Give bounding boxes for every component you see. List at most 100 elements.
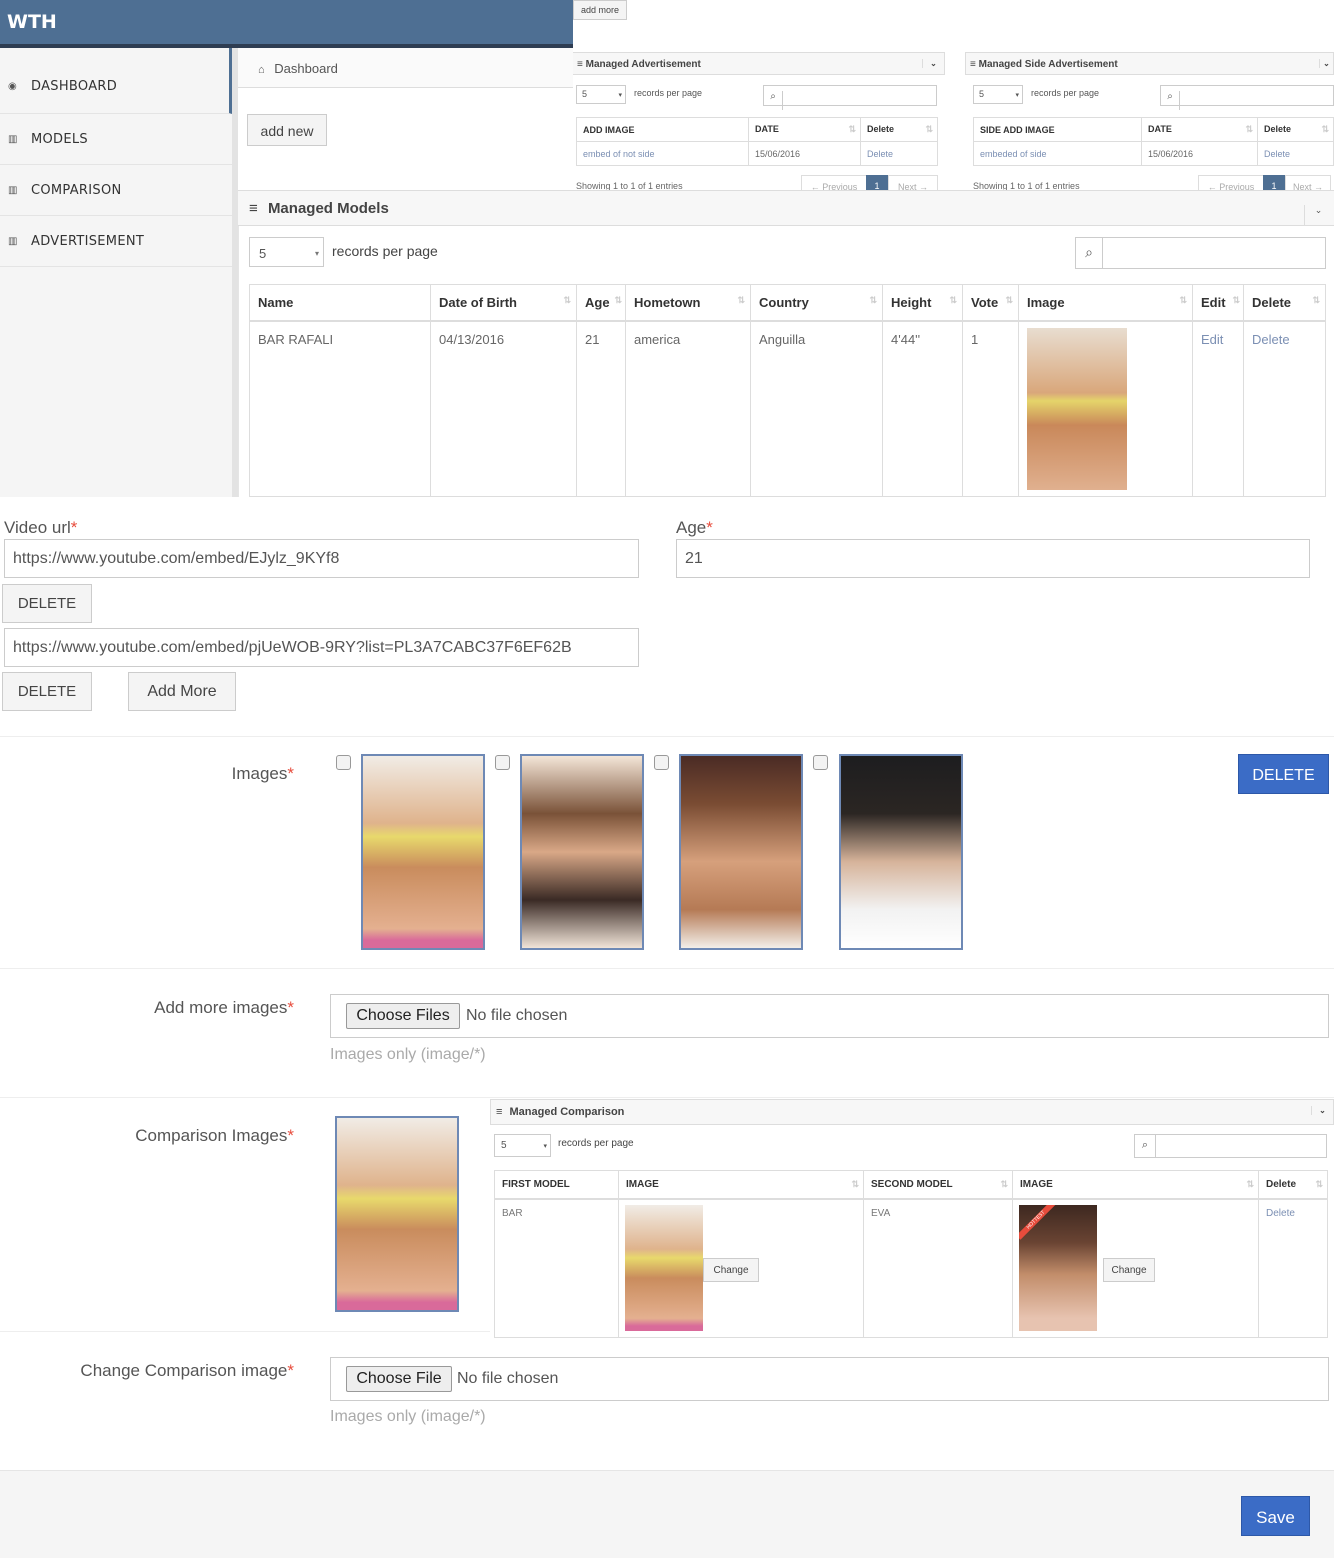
column-header[interactable]: Image ⇅ — [1018, 284, 1193, 321]
column-header[interactable]: SECOND MODEL ⇅ — [863, 1170, 1013, 1199]
models-panel-header: ≡ Managed Models — [238, 190, 1334, 226]
delete-video-1-button[interactable]: DELETE — [2, 584, 92, 623]
per-page-select[interactable]: 5 ▾ — [494, 1134, 551, 1157]
column-header[interactable]: ADD IMAGE — [576, 117, 749, 142]
delete-link[interactable]: Delete — [1244, 321, 1326, 497]
chevron-down-icon[interactable]: ⌄ — [922, 59, 944, 68]
per-page-select[interactable]: 5 ▾ — [576, 85, 626, 104]
table-row: embed of not side 15/06/2016 Delete — [576, 141, 938, 166]
comparison-table: FIRST MODEL IMAGE ⇅ SECOND MODEL ⇅ IMAGE ⇅ … — [494, 1170, 1328, 1338]
sidebar-item-advertisement[interactable]: ▥ ADVERTISEMENT — [0, 216, 232, 267]
column-header[interactable]: Height ⇅ — [882, 284, 963, 321]
images-label: Images* — [231, 764, 294, 783]
comparison-panel: ≡ Managed Comparison ⌄ 5 ▾ records per pa… — [490, 1099, 1334, 1339]
comparison-file-input[interactable]: Choose File No file chosen — [330, 1357, 1329, 1401]
sidebar-item-models[interactable]: ▥ MODELS — [0, 114, 232, 165]
panel-title: Managed Side Advertisement — [978, 59, 1118, 70]
column-header[interactable]: Hometown ⇅ — [625, 284, 751, 321]
column-header[interactable]: Vote ⇅ — [962, 284, 1019, 321]
column-header[interactable]: Delete ⇅ — [1259, 1171, 1328, 1199]
add-more-button[interactable]: add more — [573, 0, 627, 20]
image-thumbnail-2 — [520, 754, 644, 950]
image-checkbox-2[interactable] — [495, 755, 510, 770]
edit-link[interactable]: Edit — [1192, 320, 1244, 497]
sidebar-item-comparison[interactable]: ▥ COMPARISON — [0, 165, 232, 216]
save-button[interactable]: Save — [1241, 1496, 1310, 1536]
file-status: No file chosen — [466, 1007, 568, 1024]
chevron-down-icon[interactable]: ⌄ — [1319, 59, 1333, 68]
comparison-image-thumbnail — [335, 1116, 459, 1312]
first-model-photo — [625, 1204, 703, 1331]
search-box[interactable]: ⌕ — [763, 85, 937, 110]
advertisement-panel: ≡ Managed Advertisement ⌄ 5 ▾ records per… — [573, 52, 945, 208]
column-header[interactable]: Delete ⇅ — [1258, 118, 1334, 142]
column-header[interactable]: Country ⇅ — [750, 284, 883, 321]
add-more-video-button[interactable]: Add More — [128, 672, 236, 711]
chevron-down-icon[interactable]: ⌄ — [1304, 205, 1332, 225]
column-header[interactable]: Date of Birth ⇅ — [430, 284, 577, 321]
video-url-label: Video url* — [4, 518, 78, 537]
delete-link[interactable]: Delete — [1258, 142, 1334, 166]
bar-chart-icon: ▥ — [8, 235, 18, 247]
column-header[interactable]: DATE ⇅ — [748, 117, 861, 142]
sidebar-item-label: DASHBOARD — [31, 79, 118, 94]
column-header[interactable]: FIRST MODEL — [494, 1170, 619, 1199]
video-url-input-1[interactable] — [4, 539, 639, 578]
search-icon: ⌕ — [1135, 1135, 1156, 1157]
age-label: Age* — [676, 518, 713, 537]
add-images-file-input[interactable]: Choose Files No file chosen — [330, 994, 1329, 1038]
column-header[interactable]: Name — [249, 284, 431, 321]
table-row: BAR Change EVA HOTTEST Change Delete — [494, 1198, 1328, 1338]
choose-file-button[interactable]: Choose File — [346, 1366, 452, 1392]
sidebar-item-label: MODELS — [31, 131, 88, 147]
search-icon: ⌕ — [1161, 91, 1180, 110]
side-advertisement-panel: ≡ Managed Side Advertisement ⌄ 5 ▾ record… — [965, 52, 1334, 208]
per-page-label: records per page — [332, 243, 438, 259]
delete-video-2-button[interactable]: DELETE — [2, 672, 92, 711]
column-header[interactable]: DATE ⇅ — [1141, 117, 1258, 142]
sidebar-item-dashboard[interactable]: ◉ DASHBOARD — [0, 48, 232, 114]
delete-link[interactable]: Delete — [861, 142, 938, 166]
per-page-label: records per page — [558, 1138, 634, 1149]
search-box[interactable]: ⌕ — [1134, 1134, 1327, 1158]
breadcrumb: ⌂ Dashboard — [238, 48, 573, 88]
image-checkbox-1[interactable] — [336, 755, 351, 770]
per-page-select[interactable]: 5 ▾ — [249, 237, 324, 267]
search-box[interactable]: ⌕ — [1160, 85, 1334, 110]
bar-chart-icon: ▥ — [8, 184, 18, 196]
delete-link[interactable]: Delete — [1259, 1199, 1328, 1338]
change-first-image-button[interactable]: Change — [703, 1257, 759, 1282]
menu-icon: ≡ — [577, 59, 583, 70]
second-model-photo: HOTTEST — [1019, 1204, 1097, 1331]
images-hint: Images only (image/*) — [330, 1408, 486, 1425]
column-header[interactable]: IMAGE ⇅ — [618, 1170, 864, 1199]
chevron-down-icon[interactable]: ⌄ — [1311, 1106, 1333, 1115]
video-url-input-2[interactable] — [4, 628, 639, 667]
column-header[interactable]: Delete ⇅ — [1244, 285, 1326, 321]
column-header[interactable]: Edit ⇅ — [1192, 284, 1244, 321]
column-header[interactable]: Age ⇅ — [576, 284, 626, 321]
image-checkbox-3[interactable] — [654, 755, 669, 770]
add-new-button[interactable]: add new — [247, 114, 327, 146]
image-thumbnail-1 — [361, 754, 485, 950]
column-header[interactable]: Delete ⇅ — [861, 118, 938, 142]
add-images-label: Add more images* — [154, 998, 294, 1017]
per-page-select[interactable]: 5 ▾ — [973, 85, 1023, 104]
column-header[interactable]: SIDE ADD IMAGE — [973, 117, 1142, 142]
choose-files-button[interactable]: Choose Files — [346, 1003, 460, 1029]
panel-title: Managed Comparison — [509, 1106, 625, 1118]
age-input[interactable] — [676, 539, 1310, 578]
file-status: No file chosen — [457, 1370, 559, 1387]
menu-icon: ≡ — [970, 59, 976, 70]
image-checkbox-4[interactable] — [813, 755, 828, 770]
image-thumbnail-3 — [679, 754, 803, 950]
image-thumbnail-4 — [839, 754, 963, 950]
side-ads-table: SIDE ADD IMAGE DATE ⇅ Delete ⇅ embeded of … — [973, 117, 1334, 166]
change-second-image-button[interactable]: Change — [1103, 1257, 1155, 1282]
search-box[interactable]: ⌕ — [1075, 237, 1326, 269]
delete-images-button[interactable]: DELETE — [1238, 754, 1329, 794]
panel-title: Managed Models — [267, 200, 389, 217]
column-header[interactable]: IMAGE ⇅ — [1012, 1170, 1259, 1199]
breadcrumb-dashboard[interactable]: Dashboard — [274, 61, 338, 76]
per-page-label: records per page — [634, 88, 703, 98]
